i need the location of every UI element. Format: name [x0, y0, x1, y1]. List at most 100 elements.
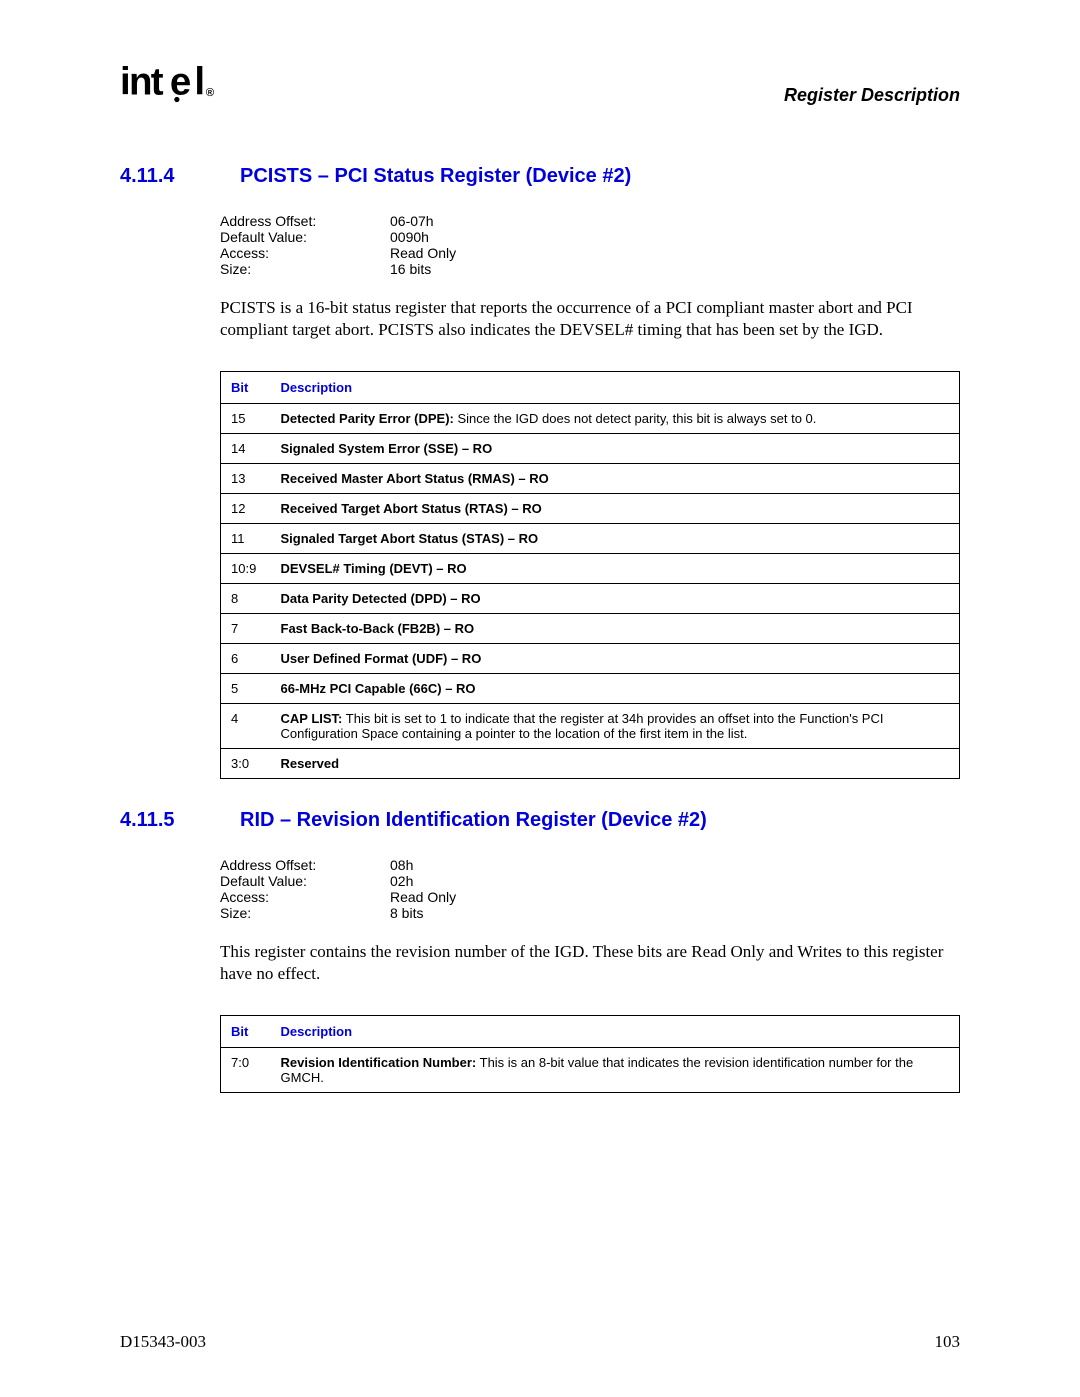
doc-number: D15343-003 [120, 1332, 206, 1352]
desc-bold: Signaled Target Abort Status (STAS) – RO [281, 531, 539, 546]
desc-bold: 66-MHz PCI Capable (66C) – RO [281, 681, 476, 696]
bit-cell: 10:9 [221, 554, 271, 584]
desc-cell: Reserved [271, 749, 960, 779]
kv-row: Address Offset:06-07h [220, 213, 960, 229]
table-header-bit: Bit [221, 1016, 271, 1048]
bit-cell: 11 [221, 524, 271, 554]
svg-text:®: ® [206, 87, 215, 99]
desc-cell: User Defined Format (UDF) – RO [271, 644, 960, 674]
bit-cell: 3:0 [221, 749, 271, 779]
kv-row: Access:Read Only [220, 889, 960, 905]
kv-label: Access: [220, 889, 390, 905]
desc-cell: 66-MHz PCI Capable (66C) – RO [271, 674, 960, 704]
kv-row: Default Value:02h [220, 873, 960, 889]
bit-cell: 4 [221, 704, 271, 749]
kv-label: Access: [220, 245, 390, 261]
section-number: 4.11.5 [120, 809, 200, 832]
table-row: 7:0Revision Identification Number: This … [221, 1048, 960, 1093]
table-row: 3:0 Reserved [221, 749, 960, 779]
section-title: RID – Revision Identification Register (… [240, 809, 707, 832]
desc-rest: Since the IGD does not detect parity, th… [454, 411, 817, 426]
desc-bold: User Defined Format (UDF) – RO [281, 651, 482, 666]
kv-value: 16 bits [390, 261, 431, 277]
desc-cell: Detected Parity Error (DPE): Since the I… [271, 404, 960, 434]
desc-cell: Data Parity Detected (DPD) – RO [271, 584, 960, 614]
desc-bold: DEVSEL# Timing (DEVT) – RO [281, 561, 467, 576]
table-row: 14 Signaled System Error (SSE) – RO [221, 434, 960, 464]
kv-value: 0090h [390, 229, 429, 245]
kv-label: Size: [220, 261, 390, 277]
bit-cell: 14 [221, 434, 271, 464]
section-number: 4.11.4 [120, 165, 200, 188]
desc-cell: Signaled Target Abort Status (STAS) – RO [271, 524, 960, 554]
svg-text:l: l [194, 61, 203, 103]
bit-cell: 8 [221, 584, 271, 614]
table-row: 11 Signaled Target Abort Status (STAS) – … [221, 524, 960, 554]
table-header-bit: Bit [221, 372, 271, 404]
body-text: PCISTS is a 16-bit status register that … [220, 297, 960, 341]
header: int e l ® Register Description [120, 60, 960, 115]
desc-bold: Signaled System Error (SSE) – RO [281, 441, 493, 456]
kv-row: Access:Read Only [220, 245, 960, 261]
bit-cell: 7 [221, 614, 271, 644]
section-4.11.5: 4.11.5 RID – Revision Identification Regi… [120, 809, 960, 1093]
table-row: 5 66-MHz PCI Capable (66C) – RO [221, 674, 960, 704]
kv-value: 06-07h [390, 213, 434, 229]
desc-bold: Data Parity Detected (DPD) – RO [281, 591, 481, 606]
body-text: This register contains the revision numb… [220, 941, 960, 985]
svg-text:int: int [120, 61, 164, 103]
kv-row: Address Offset:08h [220, 857, 960, 873]
desc-bold: Reserved [281, 756, 340, 771]
bit-cell: 15 [221, 404, 271, 434]
intel-logo-icon: int e l ® [120, 61, 234, 103]
table-row: 4CAP LIST: This bit is set to 1 to indic… [221, 704, 960, 749]
section-heading: 4.11.4PCISTS – PCI Status Register (Devi… [120, 165, 960, 188]
desc-cell: Received Master Abort Status (RMAS) – RO [271, 464, 960, 494]
kv-label: Address Offset: [220, 213, 390, 229]
kv-value: 08h [390, 857, 413, 873]
kv-row: Default Value:0090h [220, 229, 960, 245]
kv-label: Size: [220, 905, 390, 921]
desc-cell: Fast Back-to-Back (FB2B) – RO [271, 614, 960, 644]
kv-value: 8 bits [390, 905, 423, 921]
bit-cell: 12 [221, 494, 271, 524]
desc-bold: Received Master Abort Status (RMAS) – RO [281, 471, 549, 486]
desc-cell: DEVSEL# Timing (DEVT) – RO [271, 554, 960, 584]
kv-label: Default Value: [220, 229, 390, 245]
desc-cell: Revision Identification Number: This is … [271, 1048, 960, 1093]
page-number: 103 [935, 1332, 961, 1352]
desc-cell: Signaled System Error (SSE) – RO [271, 434, 960, 464]
desc-bold: CAP LIST: [281, 711, 343, 726]
section-4.11.4: 4.11.4PCISTS – PCI Status Register (Devi… [120, 165, 960, 779]
bit-table: BitDescription7:0Revision Identification… [220, 1015, 960, 1093]
bit-cell: 13 [221, 464, 271, 494]
table-row: 6 User Defined Format (UDF) – RO [221, 644, 960, 674]
bit-table: BitDescription15Detected Parity Error (D… [220, 371, 960, 779]
footer: D15343-003 103 [120, 1332, 960, 1352]
table-row: 13 Received Master Abort Status (RMAS) – … [221, 464, 960, 494]
desc-cell: CAP LIST: This bit is set to 1 to indica… [271, 704, 960, 749]
kv-value: 02h [390, 873, 413, 889]
section-heading: 4.11.5 RID – Revision Identification Regi… [120, 809, 960, 832]
table-row: 10:9 DEVSEL# Timing (DEVT) – RO [221, 554, 960, 584]
bit-cell: 5 [221, 674, 271, 704]
desc-bold: Revision Identification Number: [281, 1055, 477, 1070]
table-row: 7 Fast Back-to-Back (FB2B) – RO [221, 614, 960, 644]
table-header-desc: Description [271, 1016, 960, 1048]
intel-logo: int e l ® [120, 60, 234, 115]
bit-cell: 6 [221, 644, 271, 674]
desc-cell: Received Target Abort Status (RTAS) – RO [271, 494, 960, 524]
kv-value: Read Only [390, 245, 456, 261]
desc-bold: Received Target Abort Status (RTAS) – RO [281, 501, 542, 516]
kv-value: Read Only [390, 889, 456, 905]
register-info: Address Offset:06-07hDefault Value:0090h… [220, 213, 960, 277]
desc-bold: Detected Parity Error (DPE): [281, 411, 454, 426]
table-row: 15Detected Parity Error (DPE): Since the… [221, 404, 960, 434]
desc-rest: This bit is set to 1 to indicate that th… [281, 711, 884, 741]
register-info: Address Offset:08hDefault Value:02hAcces… [220, 857, 960, 921]
desc-bold: Fast Back-to-Back (FB2B) – RO [281, 621, 475, 636]
svg-text:e: e [170, 61, 191, 103]
table-row: 12 Received Target Abort Status (RTAS) – … [221, 494, 960, 524]
bit-cell: 7:0 [221, 1048, 271, 1093]
table-header-desc: Description [271, 372, 960, 404]
